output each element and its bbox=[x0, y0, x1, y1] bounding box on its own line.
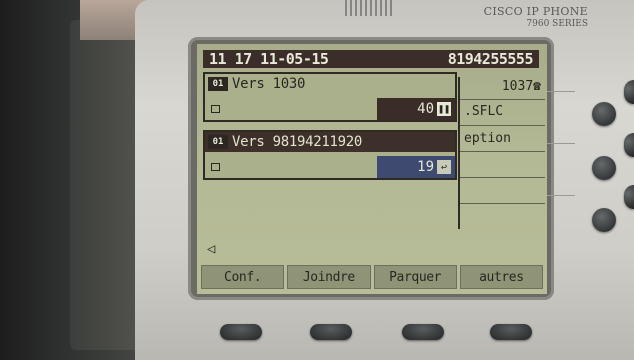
softkey-button-3[interactable] bbox=[402, 324, 444, 340]
call-item[interactable]: 01 Vers 1030 40 ❚❚ bbox=[203, 72, 457, 122]
lcd-screen: 11 17 11-05-15 8194255555 01 Vers 1030 4… bbox=[197, 44, 547, 294]
line-button-6[interactable] bbox=[624, 185, 634, 209]
speaker-icon: ◁ bbox=[207, 241, 216, 257]
softkey-button-1[interactable] bbox=[220, 324, 262, 340]
line-icon: 01 bbox=[208, 135, 228, 149]
speed-dial-label[interactable]: .SFLC bbox=[464, 104, 541, 119]
brand-label: CISCO IP PHONE 7960 SERIES bbox=[484, 6, 588, 30]
softkey-button-2[interactable] bbox=[310, 324, 352, 340]
line-button-3[interactable] bbox=[592, 156, 616, 180]
pause-icon: ❚❚ bbox=[437, 102, 451, 116]
call-timer: 40 ❚❚ bbox=[377, 98, 455, 120]
status-header: 11 17 11-05-15 8194255555 bbox=[203, 50, 539, 68]
phone-off-hook-icon: ↩ bbox=[437, 160, 451, 174]
call-label: Vers 98194211920 bbox=[232, 134, 363, 150]
softkey-parquer[interactable]: Parquer bbox=[373, 265, 457, 289]
softkey-hardware-buttons bbox=[216, 322, 536, 342]
brand-line1: CISCO IP PHONE bbox=[483, 5, 588, 18]
line-button-5[interactable] bbox=[592, 208, 616, 232]
softkey-button-4[interactable] bbox=[490, 324, 532, 340]
phone-icon: ☎ bbox=[533, 79, 541, 94]
speed-dial-label[interactable]: eption bbox=[464, 131, 541, 146]
timer-value: 40 bbox=[417, 101, 434, 117]
call-state-icon bbox=[211, 105, 220, 113]
call-state-icon bbox=[211, 163, 220, 171]
line-button-2[interactable] bbox=[592, 102, 616, 126]
phone-number: 8194255555 bbox=[447, 50, 534, 68]
call-item-selected[interactable]: 01 Vers 98194211920 19 ↩ bbox=[203, 130, 457, 180]
line-button-4[interactable] bbox=[624, 133, 634, 157]
line-extension-label[interactable]: 1037☎ bbox=[464, 79, 541, 94]
softkey-bar: Conf. Joindre Parquer autres bbox=[201, 265, 543, 289]
call-label: Vers 1030 bbox=[232, 76, 306, 92]
timer-value: 19 bbox=[417, 159, 434, 175]
softkey-conf[interactable]: Conf. bbox=[201, 265, 285, 289]
call-timer: 19 ↩ bbox=[377, 156, 455, 178]
softkey-autres[interactable]: autres bbox=[459, 265, 543, 289]
brand-line2: 7960 SERIES bbox=[526, 19, 588, 29]
cisco-logo-bars bbox=[345, 0, 393, 16]
line-icon: 01 bbox=[208, 77, 228, 91]
softkey-joindre[interactable]: Joindre bbox=[287, 265, 371, 289]
datetime: 11 17 11-05-15 bbox=[209, 50, 329, 68]
line-button-1[interactable] bbox=[624, 80, 634, 104]
background-left bbox=[0, 0, 150, 360]
line-buttons-panel: 1037☎ .SFLC eption bbox=[458, 77, 545, 229]
